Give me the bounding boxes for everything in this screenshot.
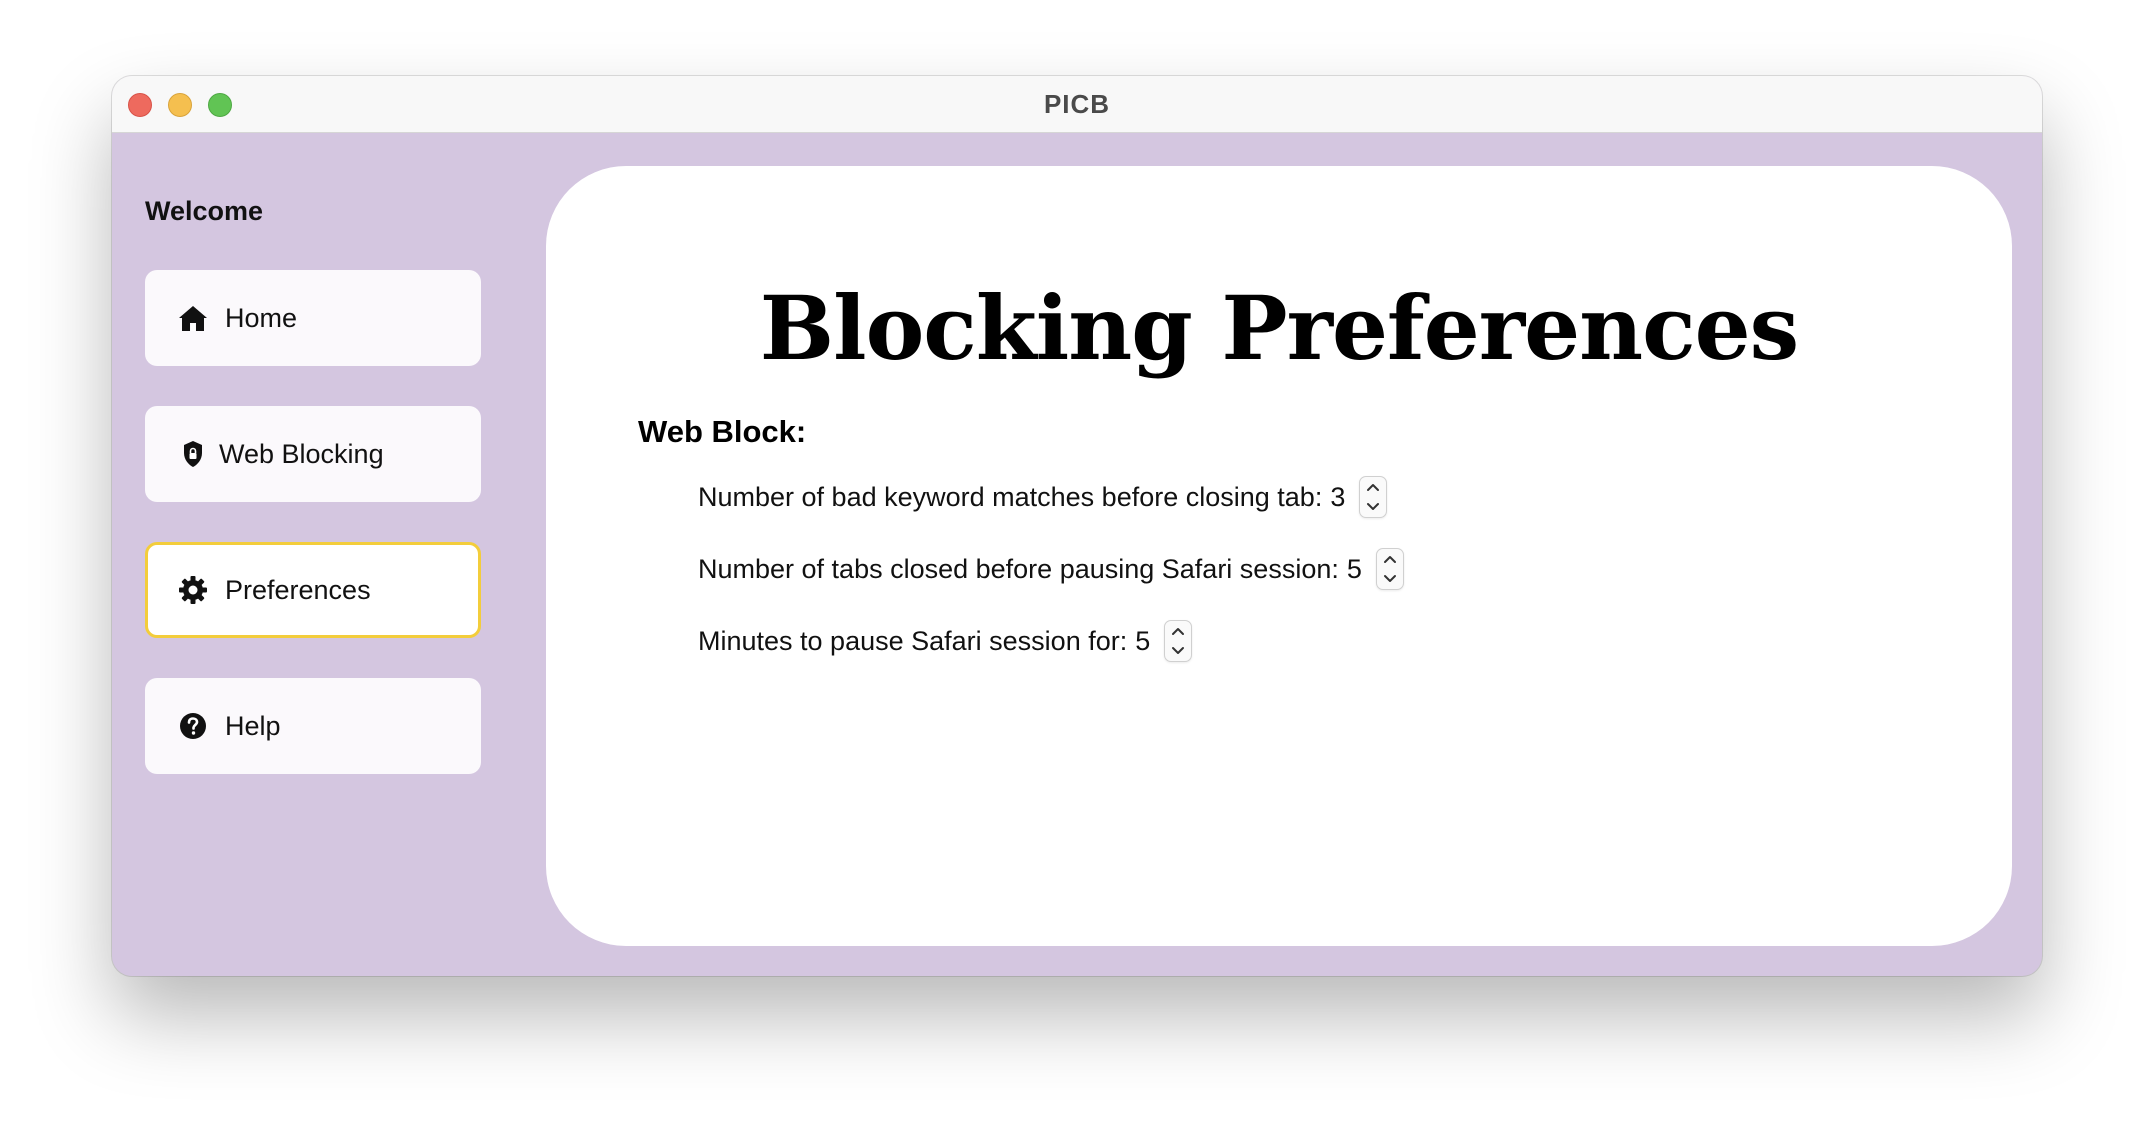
app-window: PICB Welcome Home Web Blocking Preferenc… [112, 76, 2042, 976]
setting-label: Number of tabs closed before pausing Saf… [698, 553, 1339, 584]
main-content-panel: Blocking Preferences Web Block: Number o… [546, 166, 2012, 946]
tabs-closed-stepper[interactable] [1375, 548, 1404, 590]
shield-lock-icon [177, 438, 209, 470]
keyword-matches-setting: Number of bad keyword matches before clo… [698, 476, 1388, 518]
setting-value: 5 [1346, 553, 1362, 584]
stepper-up-icon[interactable] [1365, 481, 1381, 493]
sidebar-item-web-blocking[interactable]: Web Blocking [145, 406, 481, 502]
section-title: Web Block: [638, 414, 807, 449]
keyword-matches-stepper[interactable] [1359, 476, 1388, 518]
title-bar: PICB [112, 76, 2042, 133]
stepper-down-icon[interactable] [1170, 645, 1186, 657]
setting-value: 5 [1135, 625, 1151, 656]
stepper-up-icon[interactable] [1170, 625, 1186, 637]
setting-label: Number of bad keyword matches before clo… [698, 481, 1323, 512]
sidebar-item-label: Web Blocking [219, 438, 384, 469]
stepper-up-icon[interactable] [1382, 553, 1398, 565]
setting-label: Minutes to pause Safari session for: [698, 625, 1128, 656]
sidebar-item-label: Help [225, 710, 281, 741]
tabs-closed-setting: Number of tabs closed before pausing Saf… [698, 548, 1404, 590]
window-title: PICB [1043, 89, 1111, 119]
sidebar-item-help[interactable]: Help [145, 678, 481, 774]
sidebar-item-label: Preferences [225, 574, 371, 605]
gear-icon [177, 574, 209, 606]
sidebar-item-label: Home [225, 302, 298, 333]
stepper-down-icon[interactable] [1365, 501, 1381, 513]
sidebar-item-home[interactable]: Home [145, 270, 481, 366]
question-circle-icon [177, 710, 209, 742]
pause-minutes-stepper[interactable] [1164, 620, 1193, 662]
page-title: Blocking Preferences [759, 276, 1799, 380]
sidebar-heading: Welcome [145, 196, 264, 226]
sidebar-item-preferences[interactable]: Preferences [145, 542, 481, 638]
stepper-down-icon[interactable] [1382, 573, 1398, 585]
pause-minutes-setting: Minutes to pause Safari session for: 5 [698, 620, 1193, 662]
setting-value: 3 [1330, 481, 1346, 512]
house-icon [177, 302, 209, 334]
